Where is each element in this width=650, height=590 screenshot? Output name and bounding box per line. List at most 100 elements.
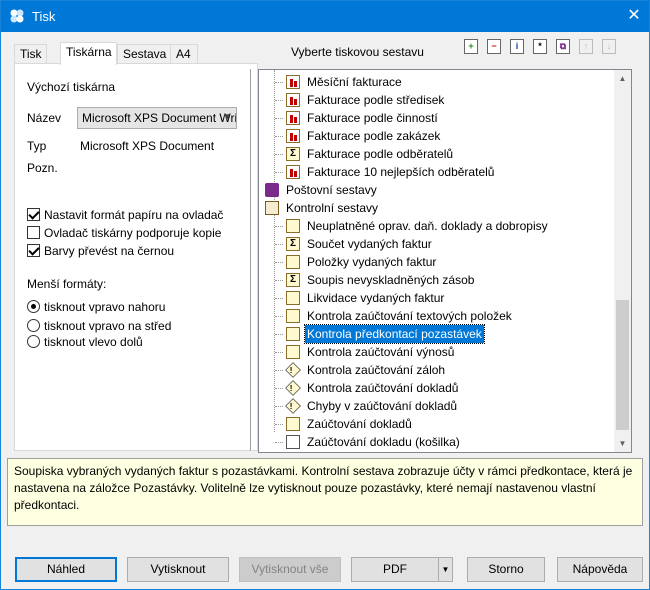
tab-a4[interactable]: A4 xyxy=(170,44,198,64)
warning-icon: ! xyxy=(285,380,301,396)
doc-icon xyxy=(286,219,300,233)
blank-doc-icon xyxy=(286,435,300,449)
print-dialog: Tisk ✕ Tisk Tiskárna Sestava A4 Výchozí … xyxy=(0,0,650,590)
tree-connector xyxy=(275,334,283,335)
tree-item-label: Kontrola zaúčtování výnosů xyxy=(307,345,455,359)
printer-type-value: Microsoft XPS Document xyxy=(80,139,215,153)
scroll-up-icon[interactable]: ▲ xyxy=(614,70,631,87)
chart-icon xyxy=(286,165,300,179)
printer-type-label: Typ xyxy=(27,139,47,153)
report-tree[interactable]: Měsíční fakturace Fakturace podle středis… xyxy=(258,69,632,453)
report-description: Soupiska vybraných vydaných faktur s poz… xyxy=(7,458,643,526)
doc-icon xyxy=(286,291,300,305)
tree-connector xyxy=(275,370,283,371)
tree-connector xyxy=(275,406,283,407)
warning-icon: ! xyxy=(285,398,301,414)
tree-connector xyxy=(275,82,283,83)
close-icon[interactable]: ✕ xyxy=(619,1,649,32)
printer-name-value: Microsoft XPS Document Wri xyxy=(82,111,237,125)
add-icon[interactable]: + xyxy=(464,39,478,54)
doc-icon xyxy=(286,309,300,323)
doc-icon xyxy=(286,255,300,269)
preview-button[interactable]: Náhled xyxy=(15,557,117,582)
printer-tab-panel: Výchozí tiskárna Název Microsoft XPS Doc… xyxy=(14,63,258,451)
doc-icon xyxy=(286,417,300,431)
title-bar: Tisk ✕ xyxy=(1,1,649,32)
radio-top-right-label: tisknout vpravo nahoru xyxy=(44,300,166,314)
tree-item-label: Zaúčtování dokladů xyxy=(307,417,412,431)
radio-middle-right[interactable] xyxy=(27,319,40,332)
radio-bottom-left[interactable] xyxy=(27,335,40,348)
pdf-button[interactable]: PDF ▼ xyxy=(351,557,453,582)
cancel-button[interactable]: Storno xyxy=(467,557,545,582)
tree-item-label: Položky vydaných faktur xyxy=(307,255,437,269)
tab-tiskarna[interactable]: Tiskárna xyxy=(60,42,117,65)
window-title: Tisk xyxy=(32,9,56,24)
chart-icon xyxy=(286,129,300,143)
report-tree-heading: Vyberte tiskovou sestavu xyxy=(291,45,424,59)
tree-connector xyxy=(275,226,283,227)
print-button[interactable]: Vytisknout xyxy=(127,557,229,582)
scroll-down-icon[interactable]: ▼ xyxy=(614,435,631,452)
printer-name-select[interactable]: Microsoft XPS Document Wri ▼ xyxy=(77,107,237,129)
tree-item-label: Kontrola zaúčtování záloh xyxy=(307,363,446,377)
tree-item-label: Fakturace podle středisek xyxy=(307,93,445,107)
tree-connector xyxy=(275,118,283,119)
tree-item-label: Poštovní sestavy xyxy=(286,183,377,197)
tree-connector xyxy=(275,442,283,443)
tree-item-label: Kontrolní sestavy xyxy=(286,201,379,215)
radio-top-right[interactable] xyxy=(27,300,40,313)
chart-icon xyxy=(286,111,300,125)
default-printer-heading: Výchozí tiskárna xyxy=(27,80,116,94)
scroll-thumb[interactable] xyxy=(616,300,629,430)
tab-tisk[interactable]: Tisk xyxy=(14,44,47,64)
print-all-button[interactable]: Vytisknout vše xyxy=(239,557,341,582)
sum-icon: Σ xyxy=(286,147,300,161)
tree-connector xyxy=(275,352,283,353)
edit-icon[interactable]: * xyxy=(533,39,547,54)
book-icon xyxy=(265,183,279,197)
driver-copies-checkbox[interactable] xyxy=(27,226,40,239)
info-icon[interactable]: i xyxy=(510,39,524,54)
tree-item-label: Fakturace podle činností xyxy=(307,111,438,125)
tree-item-label: Likvidace vydaných faktur xyxy=(307,291,445,305)
radio-middle-right-label: tisknout vpravo na střed xyxy=(44,319,172,333)
remove-icon[interactable]: − xyxy=(487,39,501,54)
tree-connector xyxy=(275,100,283,101)
tab-sestava[interactable]: Sestava xyxy=(117,44,171,64)
move-down-icon[interactable]: ↓ xyxy=(602,39,616,54)
set-paper-format-label: Nastavit formát papíru na ovladač xyxy=(44,208,224,222)
sum-icon: Σ xyxy=(286,237,300,251)
sum-icon: Σ xyxy=(286,273,300,287)
tree-item-label: Fakturace 10 nejlepších odběratelů xyxy=(307,165,495,179)
convert-black-label: Barvy převést na černou xyxy=(44,244,175,258)
chevron-down-icon: ▼ xyxy=(222,112,232,123)
copy-icon[interactable]: ⧉ xyxy=(556,39,570,54)
tree-connector xyxy=(275,298,283,299)
tree-item-label: Neuplatněné oprav. daň. doklady a dobrop… xyxy=(307,219,548,233)
tree-scrollbar[interactable]: ▲ ▼ xyxy=(614,70,631,452)
small-formats-heading: Menší formáty: xyxy=(27,277,107,291)
set-paper-format-checkbox[interactable] xyxy=(27,208,40,221)
tree-item-label: Soupis nevyskladněných zásob xyxy=(307,273,475,287)
tree-item-label: Kontrola předkontací pozastávek xyxy=(304,324,485,344)
pdf-button-label: PDF xyxy=(383,562,407,576)
move-up-icon[interactable]: ↑ xyxy=(579,39,593,54)
tree-item-label: Zaúčtování dokladu (košilka) xyxy=(307,435,460,449)
tree-item-label: Kontrola zaúčtování textových položek xyxy=(307,309,512,323)
convert-black-checkbox[interactable] xyxy=(27,244,40,257)
doc-icon xyxy=(286,345,300,359)
tree-item-label: Chyby v zaúčtování dokladů xyxy=(307,399,458,413)
chart-icon xyxy=(286,93,300,107)
tree-item-label: Součet vydaných faktur xyxy=(307,237,432,251)
tree-connector xyxy=(275,244,283,245)
help-button[interactable]: Nápověda xyxy=(557,557,643,582)
tree-connector xyxy=(275,154,283,155)
book-open-icon xyxy=(265,201,279,215)
printer-name-label: Název xyxy=(27,111,62,125)
tree-connector xyxy=(275,280,283,281)
vertical-divider xyxy=(250,69,252,451)
chevron-down-icon[interactable]: ▼ xyxy=(438,558,452,581)
tree-item-label: Fakturace podle odběratelů xyxy=(307,147,454,161)
app-icon xyxy=(10,9,24,23)
